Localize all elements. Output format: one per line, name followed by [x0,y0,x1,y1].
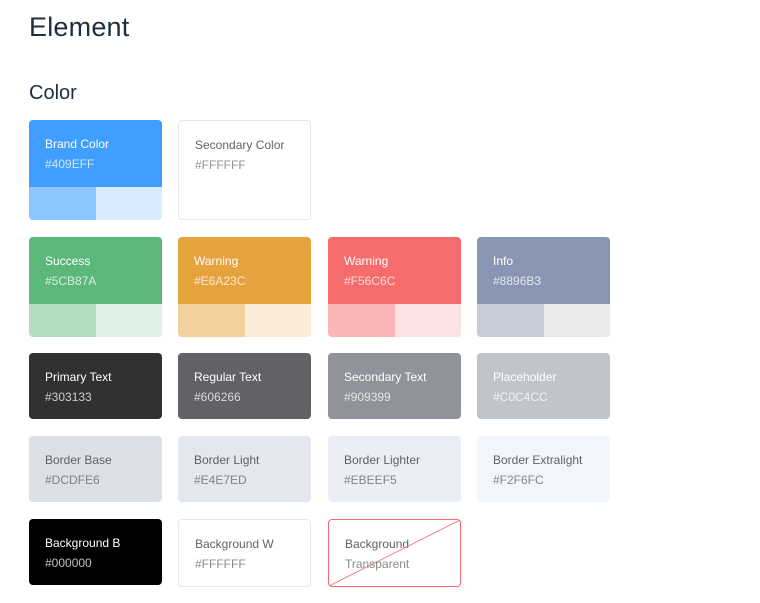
swatch-border-base: Border Base #DCDFE6 [29,436,162,502]
section-title-color: Color [29,82,77,104]
swatch-name: Regular Text [194,370,262,384]
swatch-tint-lighter [394,304,461,337]
page-title: Element [29,12,130,42]
swatch-hex: #303133 [45,390,92,404]
swatch-name: Success [45,254,91,268]
swatch-hex: #FFFFFF [195,158,246,172]
swatch-name: Info [493,254,514,268]
swatch-hex: #EBEEF5 [344,473,397,487]
swatch-regular-text: Regular Text #606266 [178,353,311,419]
swatch-tint-light [328,304,395,337]
swatch-name: Background W [195,537,274,551]
swatch-name: Background [345,537,410,551]
swatch-warning: Warning #E6A23C [178,237,311,337]
swatch-name: Border Base [45,453,112,467]
swatch-hex: #8896B3 [493,274,542,288]
swatch-hex: #C0C4CC [493,390,548,404]
swatch-name: Border Lighter [344,453,421,467]
swatch-hex: #5CB87A [45,274,97,288]
swatch-tint-lighter [244,304,311,337]
swatch-name: Border Extralight [493,453,583,467]
swatch-tint-lighter [543,304,610,337]
swatch-name: Secondary Color [195,138,285,152]
swatch-background-white: Background W #FFFFFF [178,519,311,587]
swatch-name: Warning [194,254,239,268]
swatch-name: Border Light [194,453,260,467]
swatch-tint-lighter [95,187,162,220]
swatch-name: Warning [344,254,389,268]
swatch-name: Secondary Text [344,370,427,384]
swatch-primary-text: Primary Text #303133 [29,353,162,419]
swatch-danger: Warning #F56C6C [328,237,461,337]
swatch-brand-color: Brand Color #409EFF [29,120,162,220]
swatch-border-extralight: Border Extralight #F2F6FC [477,436,610,502]
swatch-tint-light [29,304,96,337]
swatch-hex: #F56C6C [344,274,396,288]
swatch-border-light: Border Light #E4E7ED [178,436,311,502]
swatch-tint-lighter [95,304,162,337]
swatch-hex: Transparent [345,557,410,571]
swatch-secondary-text: Secondary Text #909399 [328,353,461,419]
swatch-hex: #409EFF [45,157,95,171]
swatch-secondary-color: Secondary Color #FFFFFF [178,120,311,220]
swatch-hex: #E6A23C [194,274,246,288]
swatch-name: Placeholder [493,370,557,384]
swatch-success: Success #5CB87A [29,237,162,337]
swatch-hex: #000000 [45,556,92,570]
swatch-background-black: Background B #000000 [29,519,162,585]
swatch-tint-light [178,304,245,337]
swatch-border-lighter: Border Lighter #EBEEF5 [328,436,461,502]
swatch-hex: #909399 [344,390,391,404]
swatch-tint-light [29,187,96,220]
swatch-hex: #606266 [194,390,241,404]
swatch-hex: #DCDFE6 [45,473,100,487]
swatch-placeholder: Placeholder #C0C4CC [477,353,610,419]
swatch-hex: #F2F6FC [493,473,544,487]
swatch-hex: #FFFFFF [195,557,246,571]
swatch-hex: #E4E7ED [194,473,247,487]
swatch-name: Brand Color [45,137,110,151]
swatch-name: Background B [45,536,121,550]
swatch-info: Info #8896B3 [477,237,610,337]
swatch-name: Primary Text [45,370,112,384]
swatch-tint-light [477,304,544,337]
swatch-background-transparent: Background Transparent [328,519,461,587]
